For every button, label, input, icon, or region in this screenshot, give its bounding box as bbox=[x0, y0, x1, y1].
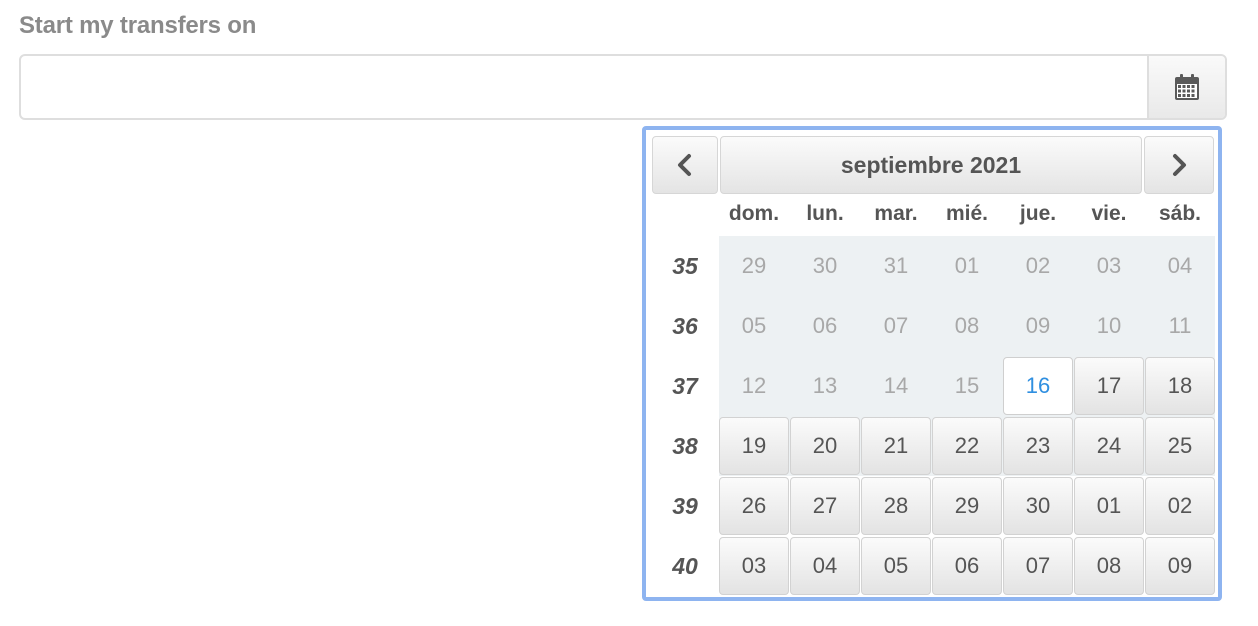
day-cell[interactable]: 18 bbox=[1145, 357, 1215, 415]
day-cell: 03 bbox=[1096, 253, 1122, 278]
day-cell[interactable]: 01 bbox=[1074, 477, 1144, 535]
day-cell[interactable]: 27 bbox=[790, 477, 860, 535]
week-number: 38 bbox=[672, 432, 698, 459]
open-calendar-button[interactable] bbox=[1147, 56, 1225, 118]
day-cell[interactable]: 19 bbox=[719, 417, 789, 475]
day-cell[interactable]: 30 bbox=[1003, 477, 1073, 535]
weekday-header: mié. bbox=[945, 202, 989, 225]
day-cell-today[interactable]: 16 bbox=[1003, 357, 1073, 415]
datepicker-popup: septiembre 2021 dom. lun. mar. mié. jue. vie.… bbox=[642, 126, 1222, 601]
start-date-field bbox=[19, 54, 1227, 120]
weekday-header: dom. bbox=[728, 202, 780, 225]
day-cell[interactable]: 06 bbox=[932, 537, 1002, 595]
chevron-right-icon bbox=[1173, 154, 1186, 176]
day-cell[interactable]: 07 bbox=[1003, 537, 1073, 595]
day-cell: 30 bbox=[812, 253, 838, 278]
day-cell[interactable]: 08 bbox=[1074, 537, 1144, 595]
day-cell: 07 bbox=[883, 313, 909, 338]
prev-month-button[interactable] bbox=[652, 136, 718, 194]
day-cell: 04 bbox=[1167, 253, 1193, 278]
day-cell: 08 bbox=[954, 313, 980, 338]
week-number: 39 bbox=[672, 492, 698, 519]
day-cell: 13 bbox=[812, 373, 838, 398]
weekday-header: sáb. bbox=[1158, 202, 1202, 225]
calendar-icon bbox=[1175, 74, 1199, 100]
day-cell[interactable]: 28 bbox=[861, 477, 931, 535]
day-cell: 05 bbox=[741, 313, 767, 338]
day-cell[interactable]: 03 bbox=[719, 537, 789, 595]
day-cell: 15 bbox=[954, 373, 980, 398]
weekday-header: vie. bbox=[1091, 202, 1127, 225]
day-cell[interactable]: 22 bbox=[932, 417, 1002, 475]
day-cell: 01 bbox=[954, 253, 980, 278]
start-date-label: Start my transfers on bbox=[19, 12, 257, 39]
day-cell[interactable]: 04 bbox=[790, 537, 860, 595]
day-cell: 29 bbox=[741, 253, 767, 278]
day-cell: 10 bbox=[1096, 313, 1122, 338]
day-cell[interactable]: 02 bbox=[1145, 477, 1215, 535]
day-cell: 12 bbox=[741, 373, 767, 398]
month-title-button[interactable]: septiembre 2021 bbox=[720, 136, 1142, 194]
day-cell[interactable]: 21 bbox=[861, 417, 931, 475]
weekday-header: mar. bbox=[874, 202, 918, 225]
day-cell[interactable]: 09 bbox=[1145, 537, 1215, 595]
day-cell: 11 bbox=[1168, 313, 1192, 338]
week-number: 40 bbox=[672, 552, 698, 579]
day-cell: 14 bbox=[883, 373, 909, 398]
day-cell: 31 bbox=[883, 253, 909, 278]
chevron-left-icon bbox=[678, 154, 691, 176]
day-cell[interactable]: 20 bbox=[790, 417, 860, 475]
week-number: 37 bbox=[672, 372, 698, 399]
day-cell[interactable]: 26 bbox=[719, 477, 789, 535]
start-date-input[interactable] bbox=[21, 56, 1151, 118]
day-cell: 02 bbox=[1025, 253, 1051, 278]
day-cell[interactable]: 17 bbox=[1074, 357, 1144, 415]
weekday-header: lun. bbox=[806, 202, 844, 225]
next-month-button[interactable] bbox=[1144, 136, 1214, 194]
weekday-header: jue. bbox=[1019, 202, 1057, 225]
week-number: 36 bbox=[672, 312, 698, 339]
day-cell: 06 bbox=[812, 313, 838, 338]
week-number: 35 bbox=[672, 252, 698, 279]
day-cell: 09 bbox=[1025, 313, 1051, 338]
day-cell[interactable]: 25 bbox=[1145, 417, 1215, 475]
day-cell[interactable]: 23 bbox=[1003, 417, 1073, 475]
day-cell[interactable]: 05 bbox=[861, 537, 931, 595]
day-cell[interactable]: 24 bbox=[1074, 417, 1144, 475]
day-cell[interactable]: 29 bbox=[932, 477, 1002, 535]
